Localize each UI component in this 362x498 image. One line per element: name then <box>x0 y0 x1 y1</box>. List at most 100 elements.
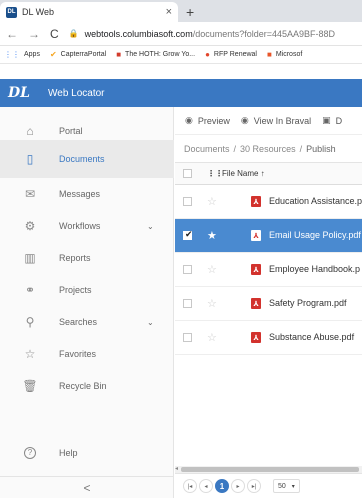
pdf-icon: ⅄ <box>251 196 261 207</box>
row-checkbox[interactable]: ✔ <box>183 229 193 240</box>
pagination: |◂ ◂ 1 ▸ ▸| 50 ▾ <box>175 473 362 498</box>
bar-chart-icon: ▥ <box>24 251 36 265</box>
workflow-icon: ⚙ <box>24 219 36 233</box>
table-header: ⋮ ⋮ File Name ↑ <box>175 163 362 185</box>
url-host: webtools.columbiasoft.com <box>84 28 193 39</box>
trash-icon: 🗑 <box>22 379 38 393</box>
reload-icon[interactable]: C <box>50 27 59 41</box>
new-tab-button[interactable]: + <box>186 4 194 20</box>
dl-logo[interactable]: DL <box>8 85 38 101</box>
breadcrumb: Documents / 30 Resources / Publish <box>175 135 362 163</box>
first-page-button[interactable]: |◂ <box>183 479 197 493</box>
breadcrumb-separator: / <box>233 143 237 154</box>
search-icon: ⚲ <box>25 315 35 329</box>
sidebar-item-label: Favorites <box>59 349 97 359</box>
last-page-button[interactable]: ▸| <box>247 479 261 493</box>
sidebar-item-label: Searches <box>59 317 98 327</box>
breadcrumb-documents[interactable]: Documents <box>184 144 230 154</box>
table-row[interactable]: ✔ ★ ⅄ Email Usage Policy.pdf <box>175 219 362 253</box>
bookmark-label: The HOTH: Grow Yo... <box>125 51 196 58</box>
column-menu-icon[interactable]: ⋮ <box>207 169 215 178</box>
url-field[interactable]: 🔒 webtools.columbiasoft.com/documents?fo… <box>69 29 335 39</box>
file-name[interactable]: Substance Abuse.pdf <box>269 332 354 342</box>
dl-favicon-icon: DL <box>6 6 17 18</box>
chevron-down-icon[interactable]: ⌄ <box>147 222 154 231</box>
address-bar: ← → C 🔒 webtools.columbiasoft.com/docume… <box>0 22 362 46</box>
sidebar-item-label: Reports <box>59 253 91 263</box>
scrollbar-thumb[interactable] <box>181 467 359 472</box>
bookmark-apps[interactable]: ⋮⋮ Apps <box>4 50 40 59</box>
preview-button[interactable]: ◉ Preview <box>185 115 230 126</box>
lock-icon: 🔒 <box>68 29 79 38</box>
table-row[interactable]: ☆ ⅄ Safety Program.pdf <box>175 287 362 321</box>
checkmark-icon: ✔ <box>185 229 193 239</box>
sidebar-item-label: Projects <box>59 285 92 295</box>
tab-title: DL Web <box>22 7 55 17</box>
star-icon[interactable]: ☆ <box>207 263 217 276</box>
toolbar: ◉ Preview ◉ View In Braval ▣ D <box>175 107 362 135</box>
collapse-sidebar-button[interactable]: < <box>0 476 174 498</box>
row-checkbox[interactable] <box>183 197 192 206</box>
preview-label: Preview <box>197 115 230 126</box>
row-checkbox[interactable] <box>183 265 192 274</box>
sidebar-item-label: Documents <box>59 154 105 164</box>
view-in-braval-button[interactable]: ◉ View In Braval <box>241 115 311 126</box>
table-row[interactable]: ☆ ⅄ Employee Handbook.p <box>175 253 362 287</box>
bookmark-microsoft[interactable]: ■ Microsof <box>267 50 302 59</box>
sidebar: ⌂ Portal ▯ Documents ✉ Messages ⚙ Workfl… <box>0 107 174 498</box>
file-name[interactable]: Employee Handbook.p <box>269 264 360 274</box>
document-icon: ▯ <box>26 152 34 166</box>
next-page-button[interactable]: ▸ <box>231 479 245 493</box>
browser-tab[interactable]: DL DL Web × <box>0 2 178 22</box>
download-label: D <box>335 115 343 126</box>
close-tab-icon[interactable]: × <box>166 6 172 18</box>
pdf-icon: ⅄ <box>251 298 261 309</box>
page-size-select[interactable]: 50 ▾ <box>273 479 300 493</box>
prev-page-button[interactable]: ◂ <box>199 479 213 493</box>
file-name[interactable]: Education Assistance.p <box>269 196 362 206</box>
breadcrumb-resources[interactable]: 30 Resources <box>240 144 296 154</box>
select-all-checkbox[interactable] <box>183 169 192 178</box>
horizontal-scrollbar[interactable]: ◂ <box>175 466 362 473</box>
pdf-icon: ⅄ <box>251 230 261 241</box>
bookmark-capterra[interactable]: ✔ CapterraPortal <box>50 50 106 59</box>
back-arrow-icon[interactable]: ← <box>6 27 18 41</box>
star-filled-icon[interactable]: ★ <box>207 229 217 242</box>
sidebar-item-help[interactable]: ? Help <box>0 434 174 472</box>
forward-arrow-icon[interactable]: → <box>28 27 40 41</box>
bookmark-rfp[interactable]: ● RFP Renewal <box>205 50 257 59</box>
download-button[interactable]: ▣ D <box>322 115 342 126</box>
pdf-icon: ⅄ <box>251 264 261 275</box>
sidebar-item-recycle-bin[interactable]: 🗑 Recycle Bin <box>0 367 174 405</box>
table-row[interactable]: ☆ ⅄ Education Assistance.p <box>175 185 362 219</box>
chevron-down-icon: ▾ <box>291 483 295 490</box>
file-name[interactable]: Safety Program.pdf <box>269 298 347 308</box>
eye-icon: ◉ <box>240 115 249 125</box>
star-icon[interactable]: ☆ <box>207 195 217 208</box>
current-page-button[interactable]: 1 <box>215 479 229 493</box>
capterra-icon: ✔ <box>49 50 57 59</box>
envelope-icon: ✉ <box>24 187 36 201</box>
sidebar-item-documents[interactable]: ▯ Documents <box>0 140 174 178</box>
rfp-icon: ● <box>205 50 210 59</box>
column-header-file-name[interactable]: File Name ↑ <box>222 169 265 178</box>
projects-icon: ⚭ <box>24 283 36 297</box>
file-icon: ▣ <box>322 115 331 125</box>
app-title: Web Locator <box>48 87 105 99</box>
file-name[interactable]: Email Usage Policy.pdf <box>269 230 361 240</box>
page-size-value: 50 <box>278 482 286 490</box>
star-icon[interactable]: ☆ <box>207 331 217 344</box>
breadcrumb-current: Publish <box>306 143 336 154</box>
row-checkbox[interactable] <box>183 299 192 308</box>
sidebar-item-label: Help <box>59 448 78 458</box>
bookmark-label: Apps <box>24 51 40 58</box>
office-icon: ■ <box>266 50 272 59</box>
chevron-down-icon[interactable]: ⌄ <box>147 318 154 327</box>
scroll-left-icon[interactable]: ◂ <box>175 465 178 472</box>
star-icon[interactable]: ☆ <box>207 297 217 310</box>
table-row[interactable]: ☆ ⅄ Substance Abuse.pdf <box>175 321 362 355</box>
home-icon: ⌂ <box>26 124 34 138</box>
sidebar-item-label: Workflows <box>59 221 101 231</box>
row-checkbox[interactable] <box>183 333 192 342</box>
bookmark-hoth[interactable]: ■ The HOTH: Grow Yo... <box>116 50 195 59</box>
